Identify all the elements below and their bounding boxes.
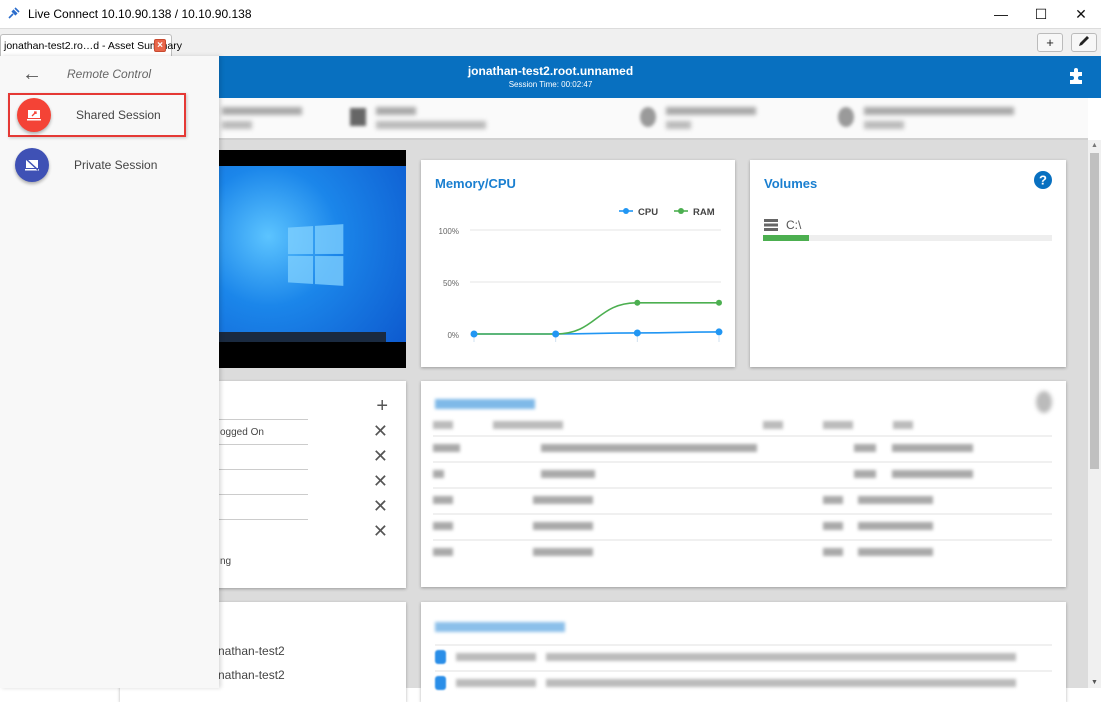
close-window-button[interactable]: ✕ [1061, 0, 1101, 28]
legend-label-cpu: CPU [638, 207, 658, 218]
computer-name-line: nathan-test2 [218, 644, 285, 658]
users-footer: ng [220, 556, 232, 567]
remove-icon[interactable]: ✕ [373, 446, 388, 467]
info-item-os [350, 104, 486, 129]
edit-button[interactable] [1071, 33, 1097, 52]
pencil-icon [1079, 36, 1089, 46]
window-title: Live Connect 10.10.90.138 / 10.10.90.138 [28, 7, 252, 21]
windows-logo-icon [287, 224, 344, 286]
user-row-status: ogged On [220, 427, 264, 438]
top-processes-card [421, 381, 1066, 587]
volume-label: C:\ [786, 218, 802, 232]
volume-usage-bar [763, 235, 1052, 241]
info-line [864, 121, 904, 129]
tab-bar: jonathan-test2.ro…d - Asset Summary × + [0, 28, 1101, 57]
volume-item[interactable]: C:\ [764, 218, 801, 232]
info-item-computer [222, 104, 302, 129]
legend-label-ram: RAM [693, 207, 715, 218]
private-screen-icon [15, 148, 49, 182]
computer-name-line: nathan-test2 [218, 668, 285, 682]
process-row[interactable] [433, 539, 1052, 561]
info-line [376, 107, 416, 115]
events-title [435, 622, 565, 632]
info-line [666, 121, 691, 129]
y-tick-label: 50% [443, 279, 459, 288]
data-point-ram [634, 299, 641, 306]
event-row[interactable] [435, 644, 1052, 668]
process-row[interactable] [433, 487, 1052, 509]
info-line [376, 121, 486, 129]
sidebar-item-private-session[interactable]: Private Session [8, 143, 186, 187]
windows-icon [350, 107, 366, 126]
data-point-cpu [715, 328, 723, 336]
series-line-ram [474, 302, 719, 335]
y-tick-label: 0% [447, 331, 459, 340]
process-row[interactable] [433, 513, 1052, 535]
remove-icon[interactable]: ✕ [373, 496, 388, 517]
maximize-button[interactable]: ☐ [1021, 0, 1061, 28]
remote-control-sidebar: ← Remote Control Shared Session Private … [0, 56, 219, 688]
sidebar-item-label: Private Session [74, 158, 158, 172]
volume-usage-fill [763, 235, 810, 241]
info-line [222, 107, 302, 115]
legend-marker-ram [678, 208, 684, 214]
shared-screen-icon [17, 98, 51, 132]
remove-icon[interactable]: ✕ [373, 521, 388, 542]
processes-header [433, 421, 1053, 429]
info-line [864, 107, 1014, 115]
arrow-left-icon[interactable]: ← [22, 63, 42, 86]
plus-icon[interactable]: + [376, 395, 388, 418]
storage-icon [764, 219, 778, 231]
scroll-down-icon[interactable]: ▼ [1091, 679, 1098, 686]
data-point-cpu [552, 330, 560, 338]
sidebar-item-label: Shared Session [76, 108, 161, 122]
scrollbar-thumb[interactable] [1090, 153, 1099, 469]
close-icon[interactable]: × [154, 39, 166, 52]
info-line [666, 107, 756, 115]
volumes-card: Volumes ? C:\ [750, 160, 1066, 367]
plug-icon [6, 6, 22, 22]
sidebar-title: Remote Control [67, 67, 152, 81]
remove-icon[interactable]: ✕ [373, 471, 388, 492]
minimize-button[interactable]: — [981, 0, 1021, 28]
data-point-cpu [470, 330, 478, 338]
sidebar-item-shared-session[interactable]: Shared Session [8, 93, 186, 137]
process-row[interactable] [433, 461, 1052, 483]
memory-cpu-card: Memory/CPU 0% 50% 100% CPU RAM [421, 160, 735, 367]
puzzle-icon[interactable] [1067, 67, 1085, 85]
y-tick-label: 100% [439, 227, 459, 236]
event-row[interactable] [435, 670, 1052, 694]
cpu-icon [838, 106, 854, 127]
processes-menu-icon[interactable] [1036, 391, 1052, 413]
info-item-cpu [838, 104, 1014, 129]
process-row[interactable] [433, 435, 1052, 457]
data-point-ram [716, 299, 722, 306]
globe-icon [640, 106, 656, 127]
svg-text:?: ? [1039, 173, 1047, 188]
help-icon[interactable]: ? [1034, 171, 1052, 189]
scroll-up-icon[interactable]: ▲ [1091, 142, 1098, 149]
remove-icon[interactable]: ✕ [373, 421, 388, 442]
volumes-title: Volumes [764, 176, 818, 191]
system-events-card [421, 602, 1066, 702]
memory-cpu-chart: 0% 50% 100% CPU RAM [439, 207, 723, 342]
info-event-icon [435, 650, 446, 664]
vertical-scrollbar[interactable]: ▲ ▼ [1088, 140, 1101, 688]
legend-marker-cpu [623, 208, 629, 214]
tab-asset-summary[interactable]: jonathan-test2.ro…d - Asset Summary × [0, 34, 182, 57]
info-line [222, 121, 252, 129]
data-point-cpu [633, 329, 641, 337]
processes-title [435, 399, 535, 409]
add-tab-button[interactable]: + [1037, 33, 1063, 52]
info-item-location [640, 104, 756, 129]
window-titlebar: Live Connect 10.10.90.138 / 10.10.90.138… [0, 0, 1101, 28]
